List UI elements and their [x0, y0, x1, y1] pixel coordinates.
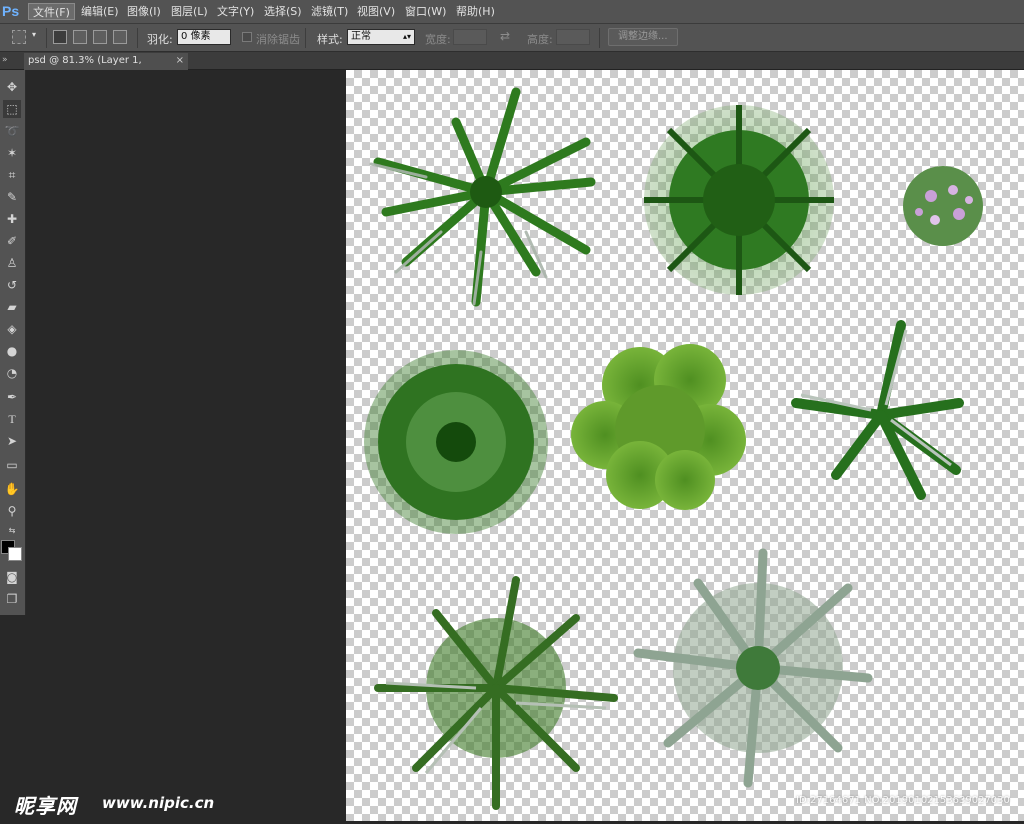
- menu-file[interactable]: 文件(F): [28, 3, 75, 20]
- rectangle-tool-icon[interactable]: ▭: [3, 456, 21, 474]
- plant-dense-palm: [644, 105, 834, 295]
- style-value: 正常: [351, 31, 371, 42]
- eyedropper-tool-icon[interactable]: ✎: [3, 188, 21, 206]
- spot-healing-tool-icon[interactable]: ✚: [3, 210, 21, 228]
- feather-input[interactable]: 0 像素: [177, 29, 231, 45]
- menu-image[interactable]: 图像(I): [123, 3, 165, 20]
- separator: [599, 28, 600, 48]
- photoshop-logo: Ps: [2, 3, 20, 19]
- close-icon[interactable]: ×: [176, 53, 184, 69]
- screen-mode-icon[interactable]: ❐: [3, 590, 21, 608]
- options-bar: ▾ 羽化: 0 像素 消除锯齿 样式: 正常 ▴▾ 宽度: ⇄ 高度: 调整边缘…: [0, 24, 1024, 52]
- clone-stamp-tool-icon[interactable]: ♙: [3, 254, 21, 272]
- quick-mask-icon[interactable]: ◙: [3, 568, 21, 586]
- new-selection-icon[interactable]: [53, 30, 67, 44]
- height-label: 高度:: [527, 33, 553, 46]
- chevron-down-icon[interactable]: ▾: [32, 30, 36, 39]
- menu-bar: Ps 文件(F) 编辑(E) 图像(I) 图层(L) 文字(Y) 选择(S) 滤…: [0, 0, 1024, 24]
- watermark-id: ID:27164671 NO:20190102153639027030: [796, 795, 1010, 806]
- pen-tool-icon[interactable]: ✒: [3, 388, 21, 406]
- move-tool-icon[interactable]: ✥: [3, 78, 21, 96]
- menu-layer[interactable]: 图层(L): [167, 3, 212, 20]
- crop-tool-icon[interactable]: ⌗: [3, 166, 21, 184]
- plant-round-palm: [364, 350, 548, 534]
- document-tab[interactable]: psd @ 81.3% (Layer 1, RGB/8#) ×: [24, 53, 188, 82]
- history-brush-tool-icon[interactable]: ↺: [3, 276, 21, 294]
- blur-tool-icon[interactable]: ●: [3, 342, 21, 360]
- marquee-tool-icon[interactable]: ⬚: [3, 100, 21, 118]
- separator: [305, 28, 306, 48]
- plant-flowering-shrub: [903, 166, 983, 246]
- watermark-logo: 昵享网: [14, 794, 77, 818]
- document-tab-bar: » psd @ 81.3% (Layer 1, RGB/8#) ×: [0, 52, 1024, 82]
- menu-window[interactable]: 窗口(W): [401, 3, 450, 20]
- hand-tool-icon[interactable]: ✋: [3, 480, 21, 498]
- menu-type[interactable]: 文字(Y): [213, 3, 258, 20]
- style-label: 样式:: [317, 33, 343, 46]
- plant-leafy-bush: [571, 344, 746, 510]
- antialias-checkbox[interactable]: [242, 32, 252, 42]
- zoom-tool-icon[interactable]: ⚲: [3, 502, 21, 520]
- style-select[interactable]: 正常 ▴▾: [347, 29, 415, 45]
- subtract-selection-icon[interactable]: [93, 30, 107, 44]
- toolbox: ✥ ⬚ ➰ ✶ ⌗ ✎ ✚ ✐ ♙ ↺ ▰ ◈ ● ◔ ✒ T ➤ ▭ ✋ ⚲ …: [0, 70, 26, 615]
- menu-select[interactable]: 选择(S): [260, 3, 306, 20]
- swap-icon[interactable]: ⇄: [500, 29, 510, 43]
- intersect-selection-icon[interactable]: [113, 30, 127, 44]
- refine-edge-button[interactable]: 调整边缘...: [608, 28, 678, 46]
- menu-help[interactable]: 帮助(H): [452, 3, 499, 20]
- plant-fan-palm-left: [374, 576, 618, 810]
- eraser-tool-icon[interactable]: ▰: [3, 298, 21, 316]
- lasso-tool-icon[interactable]: ➰: [3, 122, 21, 140]
- separator: [46, 28, 47, 48]
- dodge-tool-icon[interactable]: ◔: [3, 364, 21, 382]
- menu-view[interactable]: 视图(V): [353, 3, 399, 20]
- menu-filter[interactable]: 滤镜(T): [307, 3, 352, 20]
- swap-colors-icon[interactable]: ⇆: [3, 522, 21, 540]
- marquee-preset-icon[interactable]: [12, 30, 26, 44]
- type-tool-icon[interactable]: T: [3, 410, 21, 428]
- feather-label: 羽化:: [147, 33, 173, 46]
- document-canvas[interactable]: [346, 70, 1024, 821]
- background-color-swatch[interactable]: [8, 547, 22, 561]
- paint-bucket-tool-icon[interactable]: ◈: [3, 320, 21, 338]
- plant-artwork: [364, 87, 983, 810]
- antialias-label: 消除锯齿: [256, 33, 300, 46]
- height-input[interactable]: [556, 29, 590, 45]
- menu-edit[interactable]: 编辑(E): [77, 3, 123, 20]
- magic-wand-tool-icon[interactable]: ✶: [3, 144, 21, 162]
- brush-tool-icon[interactable]: ✐: [3, 232, 21, 250]
- separator: [137, 28, 138, 48]
- add-to-selection-icon[interactable]: [73, 30, 87, 44]
- plant-spiky-palm: [791, 320, 964, 500]
- panel-toggle-icon[interactable]: »: [2, 55, 8, 65]
- width-input[interactable]: [453, 29, 487, 45]
- chevron-down-icon: ▴▾: [402, 32, 411, 41]
- plant-agave: [369, 87, 596, 307]
- plant-fan-palm-right: [633, 548, 873, 788]
- width-label: 宽度:: [425, 33, 451, 46]
- path-selection-tool-icon[interactable]: ➤: [3, 432, 21, 450]
- watermark-url: www.nipic.cn: [102, 794, 215, 812]
